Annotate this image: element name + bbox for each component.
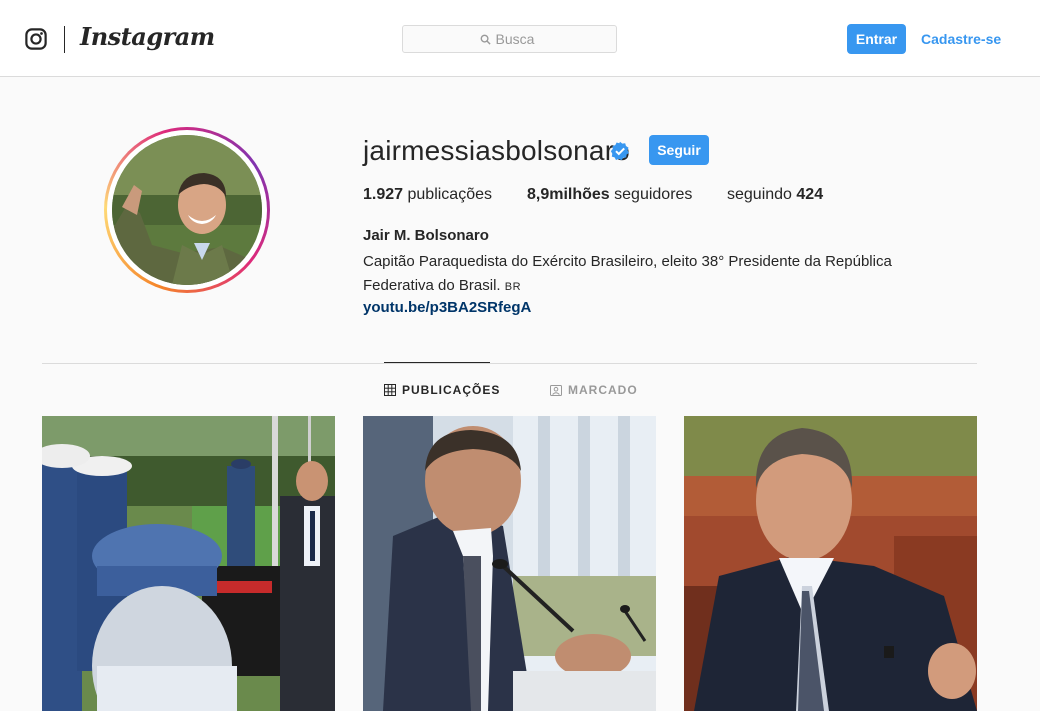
grid-icon [384, 384, 396, 396]
instagram-wordmark[interactable]: Instagram [80, 22, 215, 51]
profile-avatar [112, 135, 262, 285]
active-tab-indicator [384, 362, 490, 363]
post-thumbnail[interactable] [42, 416, 335, 711]
avatar-story-ring[interactable] [104, 127, 270, 293]
posts-label: publicações [407, 186, 493, 203]
bio-country-code: BR [504, 281, 522, 293]
following-label: seguindo [727, 186, 792, 203]
post-image-portrait-microphone [363, 416, 656, 711]
verified-badge-icon [610, 141, 629, 161]
profile-username: jairmessiasbolsonaro [363, 135, 631, 166]
post-image-military-ceremony [42, 416, 335, 711]
posts-count-stat: 1.927 publicações [363, 186, 492, 204]
posts-count: 1.927 [363, 186, 404, 203]
following-count: 424 [796, 186, 824, 203]
tab-tagged[interactable]: MARCADO [550, 383, 638, 397]
followers-count: 8,9milhões [527, 186, 610, 203]
instagram-camera-icon[interactable] [25, 28, 47, 50]
search-box[interactable] [402, 25, 617, 53]
tabs-divider [42, 363, 977, 364]
followers-label: seguidores [614, 186, 693, 203]
search-input[interactable] [495, 31, 540, 47]
signup-link[interactable]: Cadastre-se [921, 31, 1001, 47]
following-stat[interactable]: seguindo 424 [727, 186, 823, 204]
tab-tagged-label: MARCADO [568, 383, 638, 397]
profile-bio: Capitão Paraquedista do Exército Brasile… [363, 250, 943, 299]
top-nav: Instagram Entrar Cadastre-se [0, 0, 1040, 77]
logo-divider [64, 26, 65, 53]
tab-posts[interactable]: PUBLICAÇÕES [384, 383, 500, 397]
search-icon [480, 34, 491, 45]
follow-button[interactable]: Seguir [649, 135, 709, 165]
followers-stat[interactable]: 8,9milhões seguidores [527, 186, 692, 204]
post-thumbnail[interactable] [363, 416, 656, 711]
profile-external-link[interactable]: youtu.be/p3BA2SRfegA [363, 299, 531, 316]
post-thumbnail[interactable] [684, 416, 977, 711]
login-button[interactable]: Entrar [847, 24, 906, 54]
profile-full-name: Jair M. Bolsonaro [363, 227, 489, 244]
tagged-icon [550, 385, 562, 396]
tab-posts-label: PUBLICAÇÕES [402, 383, 501, 397]
bio-line-1: Capitão Paraquedista do Exército Brasile… [363, 253, 892, 270]
post-image-portrait-suit [684, 416, 977, 711]
bio-line-2: Federativa do Brasil. [363, 277, 501, 294]
